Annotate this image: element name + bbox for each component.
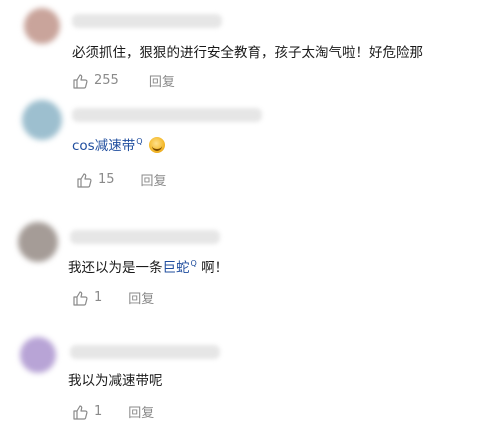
comment-text-part: 我以为减速带呢 — [68, 373, 163, 389]
like-count: 1 — [94, 404, 103, 419]
search-link[interactable]: cos减速带 — [72, 138, 135, 154]
comment-actions: 1 回复 — [72, 402, 154, 421]
comment-actions: 255 回复 — [72, 71, 175, 90]
username-blurred[interactable] — [70, 345, 220, 359]
avatar[interactable] — [22, 100, 62, 140]
search-icon: Q — [190, 259, 197, 268]
comment-actions: 1 回复 — [72, 288, 154, 307]
comment-text: 我还以为是一条巨蛇Q 啊！ — [68, 259, 228, 279]
reply-button[interactable]: 回复 — [149, 71, 175, 90]
grin-emoji-icon — [148, 137, 165, 153]
thumbs-up-icon[interactable] — [76, 172, 92, 188]
comment-actions: 15 回复 — [76, 170, 167, 189]
reply-button[interactable]: 回复 — [128, 288, 154, 307]
thumbs-up-icon[interactable] — [72, 404, 88, 420]
thumbs-up-icon[interactable] — [72, 73, 88, 89]
search-icon: Q — [136, 137, 143, 146]
username-blurred[interactable] — [72, 14, 222, 28]
comment-text-part: 啊！ — [201, 260, 229, 276]
comment-text-part: 必须抓住，狠狠的进行安全教育，孩子太淘气啦！好危险那 — [72, 45, 423, 61]
like-count: 1 — [94, 290, 103, 305]
comment-text: 我以为减速带呢 — [68, 372, 163, 390]
avatar[interactable] — [18, 222, 58, 262]
avatar[interactable] — [24, 8, 60, 44]
username-blurred[interactable] — [70, 230, 220, 244]
search-link[interactable]: 巨蛇 — [163, 260, 190, 276]
comment-text: cos减速带Q — [72, 137, 165, 157]
avatar[interactable] — [20, 337, 56, 373]
reply-button[interactable]: 回复 — [128, 402, 154, 421]
username-blurred[interactable] — [72, 108, 262, 122]
thumbs-up-icon[interactable] — [72, 290, 88, 306]
like-count: 15 — [98, 172, 115, 187]
reply-button[interactable]: 回复 — [141, 170, 167, 189]
comment-text-part: 我还以为是一条 — [68, 260, 163, 276]
comment-text: 必须抓住，狠狠的进行安全教育，孩子太淘气啦！好危险那 — [72, 44, 423, 62]
like-count: 255 — [94, 73, 119, 88]
